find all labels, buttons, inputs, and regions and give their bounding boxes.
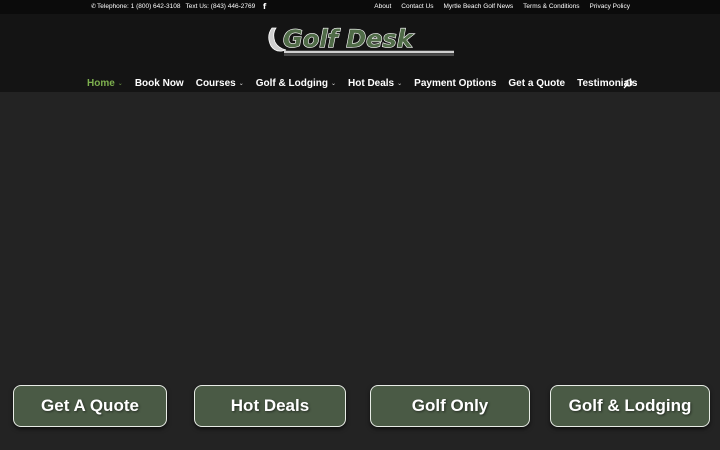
nav-hot-deals-label: Hot Deals [348,78,395,89]
hot-deals-button[interactable]: Hot Deals [194,385,346,427]
top-links: About Contact Us Myrtle Beach Golf News … [374,3,630,10]
chevron-down-icon: ⌄ [238,81,244,87]
golf-only-button[interactable]: Golf Only [370,385,530,427]
link-golf-news[interactable]: Myrtle Beach Golf News [443,3,513,10]
nav-get-a-quote-label: Get a Quote [508,78,566,89]
link-privacy[interactable]: Privacy Policy [590,3,630,10]
chevron-down-icon: ⌄ [117,81,123,87]
nav-book-now[interactable]: Book Now [135,78,184,89]
nav-golf-lodging-label: Golf & Lodging [255,78,328,89]
facebook-icon[interactable]: f [263,2,266,11]
telephone-text[interactable]: Telephone: 1 (800) 642-3108 [97,3,180,10]
get-quote-button[interactable]: Get A Quote [13,385,167,427]
main-nav: Home ⌄ Book Now Courses ⌄ Golf & Lodging ⌄ … [87,78,649,89]
link-about[interactable]: About [374,3,391,10]
link-contact-us[interactable]: Contact Us [401,3,433,10]
phone-icon: ✆ [91,4,97,10]
nav-home[interactable]: Home ⌄ [87,78,123,89]
text-us-text[interactable]: Text Us: (843) 446-2769 [186,3,256,10]
link-terms[interactable]: Terms & Conditions [523,3,579,10]
nav-golf-lodging[interactable]: Golf & Lodging ⌄ [256,78,336,89]
logo-text: Golf Desk [283,25,415,53]
golf-lodging-button[interactable]: Golf & Lodging [550,385,710,427]
nav-payment-options[interactable]: Payment Options [414,78,496,89]
nav-hot-deals[interactable]: Hot Deals ⌄ [348,78,402,89]
site-header: Golf Desk Home ⌄ Book Now Courses ⌄ Golf &… [0,14,720,92]
chevron-down-icon: ⌄ [330,81,336,87]
search-icon[interactable] [623,79,633,89]
contact-info: ✆ Telephone: 1 (800) 642-3108 Text Us: (… [91,3,260,10]
nav-book-now-label: Book Now [134,78,184,89]
nav-get-a-quote[interactable]: Get a Quote [508,78,565,89]
nav-home-label: Home [87,78,115,89]
chevron-down-icon: ⌄ [397,81,403,87]
nav-courses[interactable]: Courses ⌄ [196,78,244,89]
nav-payment-options-label: Payment Options [414,78,497,89]
top-bar: ✆ Telephone: 1 (800) 642-3108 Text Us: (… [0,0,720,14]
nav-courses-label: Courses [195,78,236,89]
golf-desk-logo[interactable]: Golf Desk [266,22,456,58]
